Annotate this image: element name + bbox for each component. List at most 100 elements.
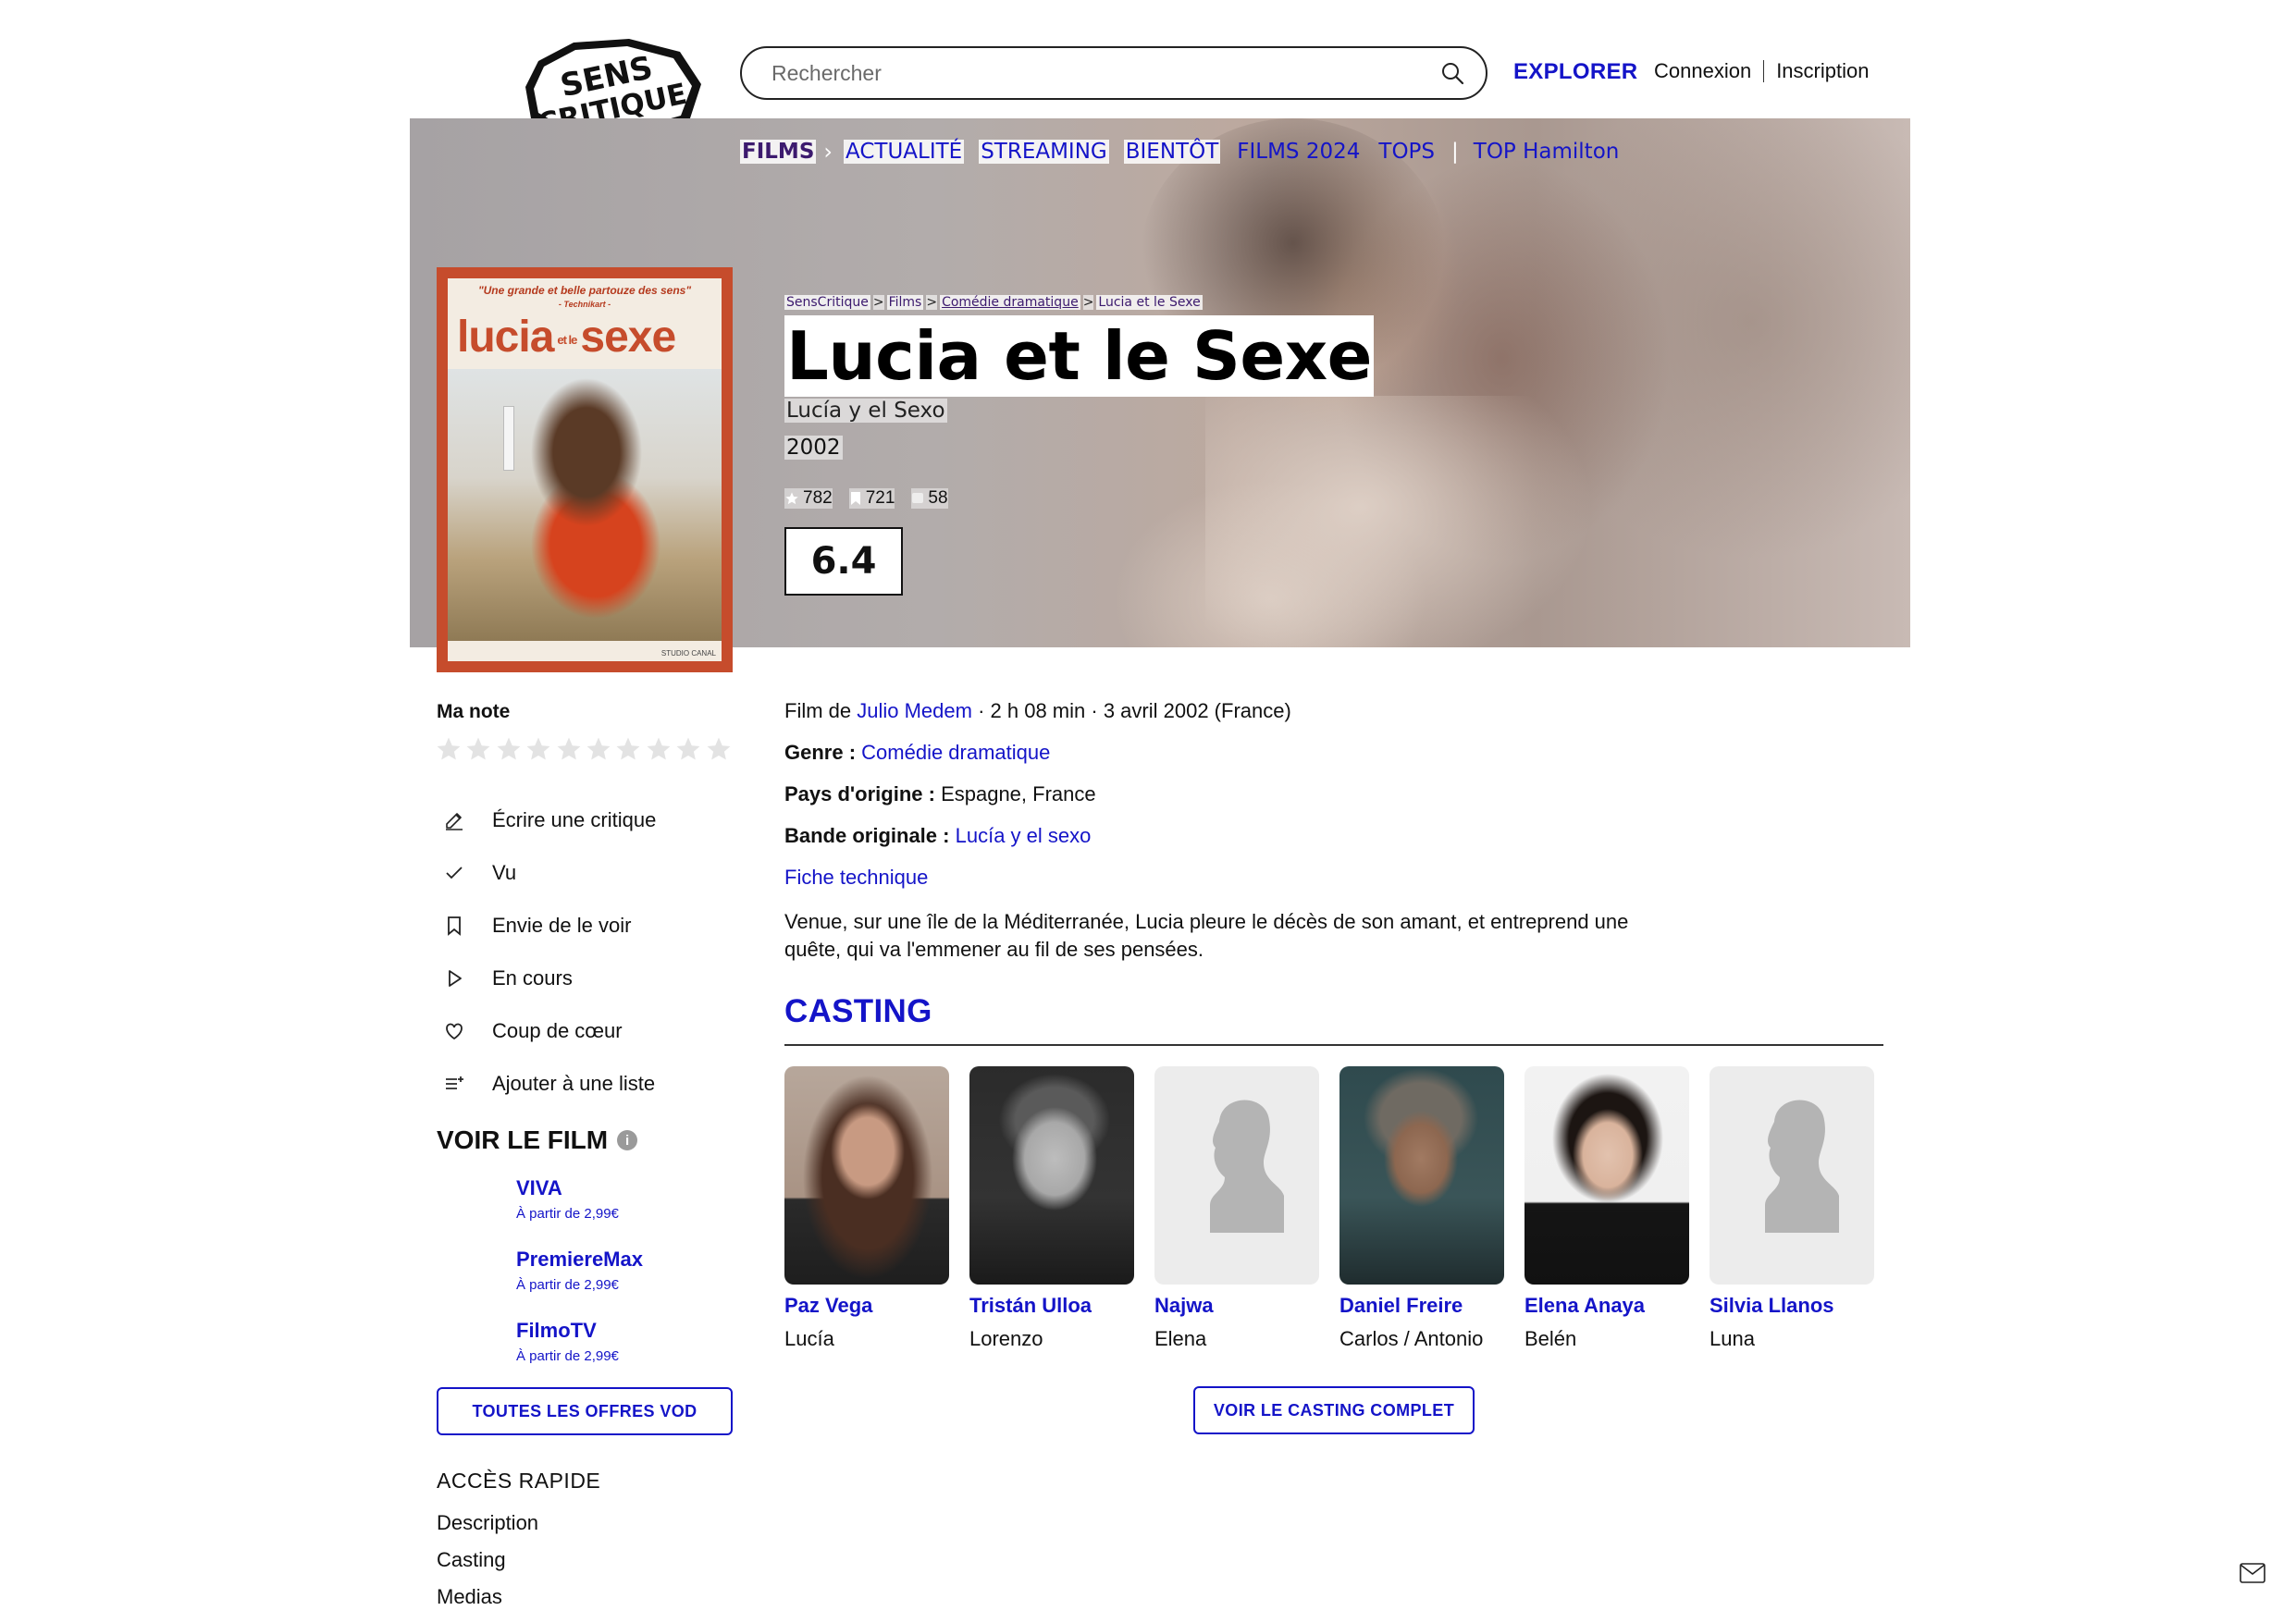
rating-star-icon[interactable]	[705, 735, 734, 767]
genre-link[interactable]: Comédie dramatique	[861, 741, 1050, 764]
action-list: Écrire une critique Vu Envie de le voir …	[442, 793, 656, 1110]
nav-bientot[interactable]: BIENTÔT	[1123, 140, 1221, 164]
rating-star-icon[interactable]	[464, 735, 494, 767]
actor-name[interactable]: Elena Anaya	[1524, 1294, 1689, 1318]
average-score: 6.4	[784, 527, 903, 596]
nav-divider: |	[1451, 140, 1459, 164]
offer-premieremax[interactable]: PremiereMax À partir de 2,99€	[516, 1248, 643, 1319]
actor-role: Elena	[1154, 1327, 1207, 1350]
nav-actualite[interactable]: ACTUALITÉ	[844, 140, 965, 164]
list-add-icon	[442, 1072, 466, 1096]
nav-top-hamilton[interactable]: TOP Hamilton	[1472, 140, 1622, 164]
nav-films-2024[interactable]: FILMS 2024	[1235, 140, 1362, 164]
wish-action[interactable]: Envie de le voir	[442, 899, 656, 952]
rating-star-icon[interactable]	[555, 735, 585, 767]
actor-name[interactable]: Najwa	[1154, 1294, 1319, 1318]
actor-role: Lorenzo	[969, 1327, 1043, 1350]
rating-star-icon[interactable]	[645, 735, 674, 767]
soundtrack-link[interactable]: Lucía y el sexo	[956, 824, 1092, 847]
breadcrumb-genre[interactable]: Comédie dramatique	[940, 295, 1080, 310]
movie-poster[interactable]: "Une grande et belle partouze des sens" -…	[437, 267, 733, 672]
actor-role: Luna	[1710, 1327, 1755, 1350]
actor-name[interactable]: Tristán Ulloa	[969, 1294, 1134, 1318]
breadcrumb-current[interactable]: Lucia et le Sexe	[1096, 295, 1203, 310]
search-bar[interactable]: Rechercher	[740, 46, 1487, 100]
mail-icon[interactable]	[2240, 1563, 2265, 1583]
rating-star-icon[interactable]	[435, 735, 464, 767]
poster-studio: STUDIO CANAL	[660, 649, 716, 658]
actor-name[interactable]: Daniel Freire	[1339, 1294, 1504, 1318]
casting-title: CASTING	[784, 993, 932, 1029]
casting-divider	[784, 1044, 1883, 1046]
rating-star-icon[interactable]	[495, 735, 525, 767]
seen-action[interactable]: Vu	[442, 846, 656, 899]
action-label: Vu	[492, 860, 517, 884]
search-icon[interactable]	[1439, 60, 1465, 86]
actor-card[interactable]: Paz Vega Lucía	[784, 1066, 949, 1351]
search-input[interactable]: Rechercher	[772, 61, 1439, 86]
actor-card[interactable]: Silvia Llanos Luna	[1710, 1066, 1874, 1351]
actor-card[interactable]: Daniel Freire Carlos / Antonio	[1339, 1066, 1504, 1351]
watch-section-title: VOIR LE FILM i	[437, 1125, 638, 1155]
auth-links: Connexion Inscription	[1654, 59, 1869, 83]
rating-stars[interactable]	[435, 735, 734, 767]
country-line: Pays d'origine : Espagne, France	[784, 782, 1096, 805]
breadcrumb-home[interactable]: SensCritique	[784, 295, 870, 310]
in-progress-action[interactable]: En cours	[442, 952, 656, 1004]
actor-card[interactable]: Najwa Elena	[1154, 1066, 1319, 1351]
login-link[interactable]: Connexion	[1654, 59, 1751, 83]
bookmark-icon	[442, 914, 466, 938]
tech-sheet-link[interactable]: Fiche technique	[784, 866, 928, 889]
actor-photo-placeholder[interactable]	[1710, 1066, 1874, 1285]
actor-photo[interactable]	[784, 1066, 949, 1285]
director-link[interactable]: Julio Medem	[857, 699, 972, 722]
quick-link-description[interactable]: Description	[437, 1511, 538, 1548]
nav-tops[interactable]: TOPS	[1376, 140, 1437, 164]
rating-star-icon[interactable]	[525, 735, 554, 767]
poster-photo	[448, 369, 722, 641]
actor-card[interactable]: Elena Anaya Belén	[1524, 1066, 1689, 1351]
breadcrumb: SensCritique > Films > Comédie dramatique >…	[784, 295, 1203, 310]
actor-card[interactable]: Tristán Ulloa Lorenzo	[969, 1066, 1134, 1351]
actor-photo[interactable]	[1524, 1066, 1689, 1285]
offer-filmotv[interactable]: FilmoTV À partir de 2,99€	[516, 1319, 643, 1390]
genre-line: Genre : Comédie dramatique	[784, 741, 1051, 764]
stats-row: 782 721 58	[784, 488, 965, 509]
write-review-action[interactable]: Écrire une critique	[442, 793, 656, 846]
breadcrumb-films[interactable]: Films	[886, 295, 924, 310]
rating-star-icon[interactable]	[674, 735, 704, 767]
rating-star-icon[interactable]	[585, 735, 614, 767]
all-vod-offers-button[interactable]: TOUTES LES OFFRES VOD	[437, 1387, 733, 1435]
signup-link[interactable]: Inscription	[1776, 59, 1869, 83]
actor-photo-placeholder[interactable]	[1154, 1066, 1319, 1285]
actor-photo[interactable]	[1339, 1066, 1504, 1285]
heart-icon	[442, 1019, 466, 1043]
actor-photo[interactable]	[969, 1066, 1134, 1285]
nav-streaming[interactable]: STREAMING	[979, 140, 1109, 164]
synopsis: Venue, sur une île de la Méditerranée, L…	[784, 910, 1629, 961]
person-silhouette-icon	[1210, 1100, 1284, 1233]
offer-viva[interactable]: VIVA À partir de 2,99€	[516, 1176, 643, 1248]
favorite-action[interactable]: Coup de cœur	[442, 1004, 656, 1057]
actor-role: Lucía	[784, 1327, 834, 1350]
quick-link-medias[interactable]: Medias	[437, 1585, 538, 1622]
offer-price: À partir de 2,99€	[516, 1206, 619, 1222]
actor-name[interactable]: Silvia Llanos	[1710, 1294, 1874, 1318]
quick-access-title: ACCÈS RAPIDE	[437, 1469, 601, 1493]
auth-divider	[1763, 60, 1765, 82]
action-label: Ajouter à une liste	[492, 1071, 656, 1095]
action-label: Envie de le voir	[492, 913, 632, 937]
full-cast-button[interactable]: VOIR LE CASTING COMPLET	[1193, 1386, 1475, 1434]
action-label: En cours	[492, 965, 573, 990]
actor-name[interactable]: Paz Vega	[784, 1294, 949, 1318]
info-icon[interactable]: i	[617, 1130, 638, 1150]
ratings-count: 782	[784, 488, 833, 509]
rating-star-icon[interactable]	[614, 735, 644, 767]
nav-films[interactable]: FILMS	[740, 140, 817, 164]
add-to-list-action[interactable]: Ajouter à une liste	[442, 1057, 656, 1110]
quick-link-casting[interactable]: Casting	[437, 1548, 538, 1585]
soundtrack-line: Bande originale : Lucía y el sexo	[784, 824, 1092, 847]
actor-role: Carlos / Antonio	[1339, 1327, 1484, 1350]
explorer-link[interactable]: EXPLORER	[1513, 59, 1637, 85]
star-icon	[785, 492, 798, 505]
